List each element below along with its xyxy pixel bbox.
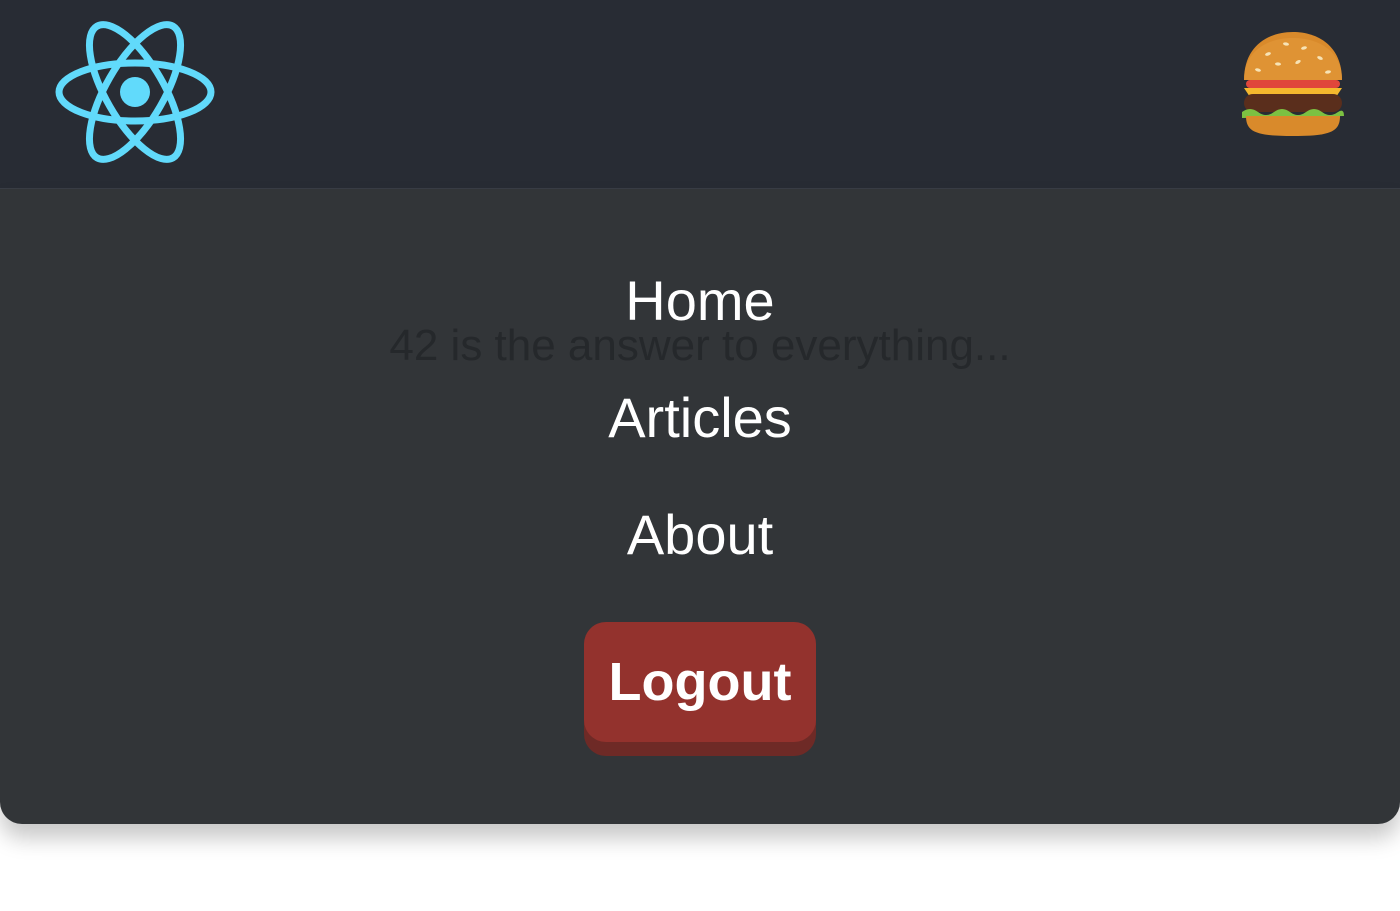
hamburger-emoji-icon[interactable] bbox=[1238, 28, 1348, 140]
nav-menu-panel: 42 is the answer to everything... Home A… bbox=[0, 189, 1400, 824]
nav-item-articles[interactable]: Articles bbox=[0, 386, 1400, 450]
react-atom-icon[interactable] bbox=[54, 20, 216, 164]
app-header bbox=[0, 0, 1400, 189]
nav-item-about[interactable]: About bbox=[0, 503, 1400, 567]
logout-button[interactable]: Logout bbox=[584, 622, 816, 742]
nav-item-home[interactable]: Home bbox=[0, 269, 1400, 333]
logout-button-wrapper: Logout bbox=[584, 622, 816, 756]
page: 42 is the answer to everything... Home A… bbox=[0, 0, 1400, 911]
